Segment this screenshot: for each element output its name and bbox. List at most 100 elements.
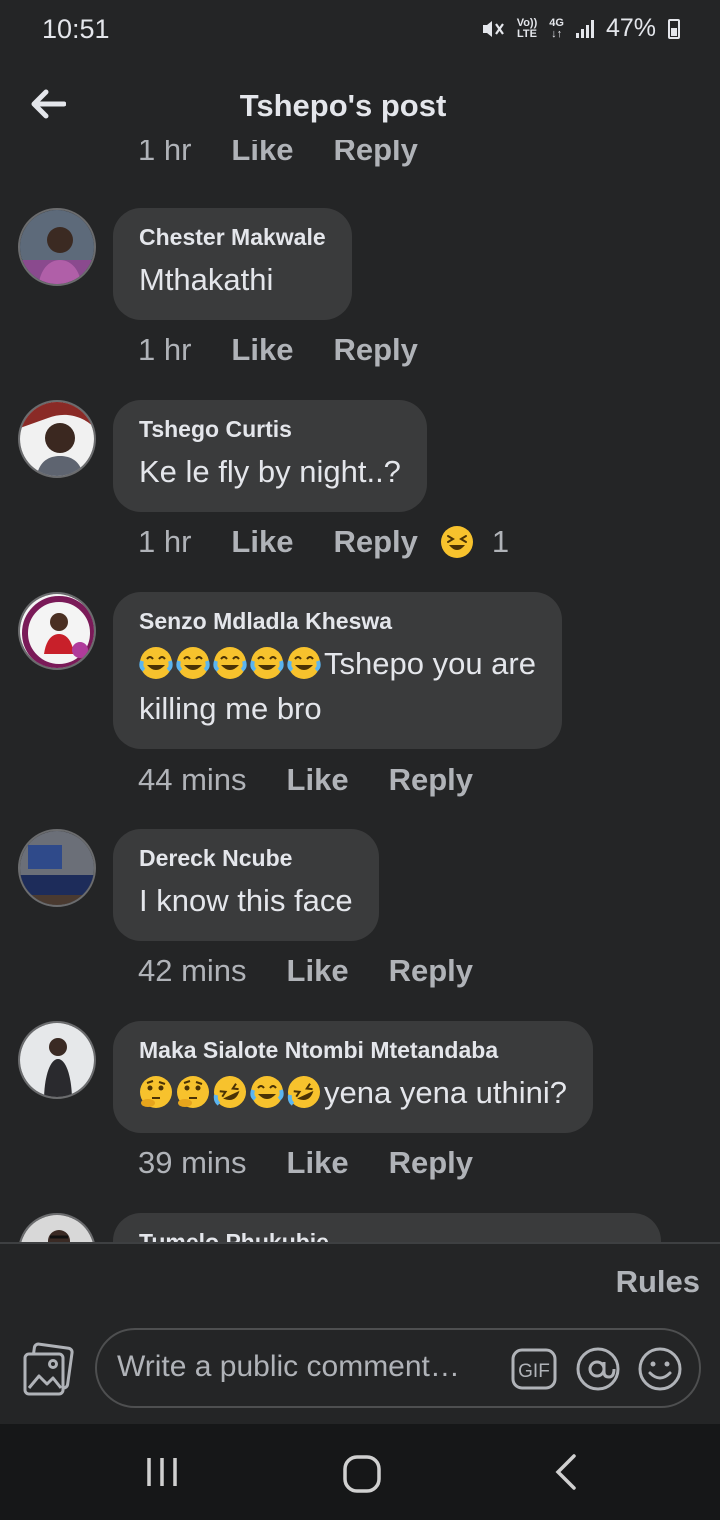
volte-indicator: Vo)) LTE: [516, 16, 538, 40]
avatar[interactable]: [18, 829, 96, 907]
comment-author[interactable]: Maka Sialote Ntombi Mtetandaba: [139, 1037, 567, 1064]
battery-icon: [668, 18, 680, 39]
data-indicator: 4G ↓↑: [549, 16, 564, 40]
comment-bubble[interactable]: Chester Makwale Mthakathi: [113, 208, 352, 320]
tears-of-joy-icon: [250, 1076, 284, 1108]
avatar[interactable]: [18, 1021, 96, 1099]
comment-author[interactable]: Tumelo Phukubje: [139, 1229, 635, 1242]
battery-percent: 47%: [605, 14, 656, 42]
reaction-summary[interactable]: 1: [440, 524, 509, 560]
comment-text-line1: Tshepo you are: [324, 646, 536, 681]
avatar[interactable]: [18, 400, 96, 478]
page-title: Tshepo's post: [239, 88, 447, 123]
reply-button[interactable]: Reply: [389, 1145, 473, 1181]
gif-label: GIF: [518, 1361, 550, 1382]
avatar-photo-icon: [20, 210, 94, 284]
comment-author[interactable]: Senzo Mdladla Kheswa: [139, 608, 536, 635]
comment-meta: 42 mins Like Reply: [138, 953, 473, 989]
comment-time: 42 mins: [138, 953, 247, 988]
comment-text-tail: yena yena uthini?: [324, 1075, 568, 1110]
status-icons: Vo)) LTE 4G ↓↑ 47%: [481, 14, 680, 43]
tears-of-joy-icon: [213, 647, 247, 679]
tears-of-joy-icon: [287, 647, 321, 679]
emoji-icon[interactable]: [637, 1346, 683, 1392]
tears-of-joy-icon: [250, 647, 284, 679]
comment-bubble[interactable]: Tshego Curtis Ke le fly by night..?: [113, 400, 427, 512]
comment-bubble[interactable]: Maka Sialote Ntombi Mtetandaba yena yena…: [113, 1021, 594, 1133]
rolling-laughing-icon: [213, 1076, 246, 1108]
laughing-squint-icon: [440, 526, 473, 558]
emoji-row: [139, 1075, 324, 1110]
reply-button[interactable]: Reply: [333, 524, 417, 560]
photo-icon: [23, 1342, 74, 1396]
comment-input-box[interactable]: Write a public comment… GIF: [95, 1328, 701, 1408]
mention-icon[interactable]: [575, 1346, 621, 1392]
comment-time: 1 hr: [138, 332, 192, 367]
comment-bubble[interactable]: Tumelo Phukubje: [113, 1213, 661, 1242]
comment-meta: 39 mins Like Reply: [138, 1145, 473, 1181]
avatar-photo-icon: [20, 831, 94, 905]
comment-author[interactable]: Tshego Curtis: [139, 416, 401, 443]
comment-meta: 44 mins Like Reply: [138, 762, 473, 798]
avatar[interactable]: [18, 208, 96, 286]
photo-button[interactable]: [20, 1342, 76, 1398]
reply-button[interactable]: Reply: [333, 332, 417, 368]
comment-text-line2: killing me bro: [139, 691, 322, 726]
comment-text: I know this face: [139, 883, 353, 918]
thinking-face-icon: [140, 1076, 172, 1108]
comment-meta: 1 hr Like Reply 1: [138, 524, 509, 560]
like-button[interactable]: Like: [287, 953, 349, 989]
avatar-photo-icon: [20, 402, 94, 476]
avatar-photo-icon: [20, 1023, 94, 1097]
comment-input[interactable]: Write a public comment…: [117, 1350, 460, 1384]
comment-meta: 1 hr Like Reply: [138, 332, 418, 368]
signal-icon: [575, 19, 594, 38]
comment-time: 44 mins: [138, 762, 247, 797]
like-button[interactable]: Like: [231, 140, 293, 168]
comment-text: Mthakathi: [139, 262, 274, 297]
rolling-laughing-icon: [287, 1076, 320, 1108]
avatar-photo-icon: [20, 1215, 94, 1242]
comment-meta-partial: 1 hr Like Reply: [138, 140, 418, 168]
mute-icon: [482, 20, 504, 37]
lte-label: LTE: [516, 27, 537, 40]
data-arrows-label: ↓↑: [551, 27, 563, 40]
recent-apps-icon[interactable]: [144, 1454, 180, 1490]
rules-link[interactable]: Rules: [616, 1264, 700, 1300]
reply-button[interactable]: Reply: [333, 140, 417, 168]
comment-author[interactable]: Chester Makwale: [139, 224, 326, 251]
home-icon[interactable]: [342, 1454, 382, 1494]
gif-icon[interactable]: GIF: [511, 1348, 557, 1390]
status-bar: 10:51 Vo)) LTE 4G ↓↑ 47%: [0, 0, 720, 60]
thinking-face-icon: [177, 1076, 209, 1108]
comment-time: 1 hr: [138, 524, 192, 559]
reply-button[interactable]: Reply: [389, 762, 473, 798]
volte-label: Vo)): [516, 16, 538, 29]
status-time: 10:51: [42, 14, 110, 44]
like-button[interactable]: Like: [287, 1145, 349, 1181]
system-nav-bar: [0, 1424, 720, 1520]
comment-author[interactable]: Dereck Ncube: [139, 845, 353, 872]
comments-list[interactable]: 1 hr Like Reply Chester Makwale Mthakath…: [0, 140, 720, 1242]
like-button[interactable]: Like: [287, 762, 349, 798]
comment-composer: Rules Write a public comment… GIF: [0, 1244, 720, 1424]
avatar[interactable]: [18, 592, 96, 670]
avatar[interactable]: [18, 1213, 96, 1242]
avatar-photo-icon: [20, 594, 94, 668]
comment-text: Tshepo you are killing me bro: [139, 641, 536, 731]
like-button[interactable]: Like: [231, 524, 293, 560]
emoji-row: [139, 646, 324, 681]
reaction-count: 1: [491, 524, 510, 559]
comment-bubble[interactable]: Dereck Ncube I know this face: [113, 829, 379, 941]
comment-bubble[interactable]: Senzo Mdladla Kheswa Tshepo you are kill…: [113, 592, 562, 749]
comment-text: yena yena uthini?: [139, 1070, 567, 1115]
tears-of-joy-icon: [176, 647, 210, 679]
comment-text: Ke le fly by night..?: [139, 454, 401, 489]
like-button[interactable]: Like: [231, 332, 293, 368]
comment-time: 39 mins: [138, 1145, 247, 1180]
nav-back-icon[interactable]: [548, 1452, 584, 1492]
reply-button[interactable]: Reply: [389, 953, 473, 989]
comment-time: 1 hr: [138, 140, 192, 167]
4g-label: 4G: [549, 16, 564, 29]
tears-of-joy-icon: [139, 647, 173, 679]
